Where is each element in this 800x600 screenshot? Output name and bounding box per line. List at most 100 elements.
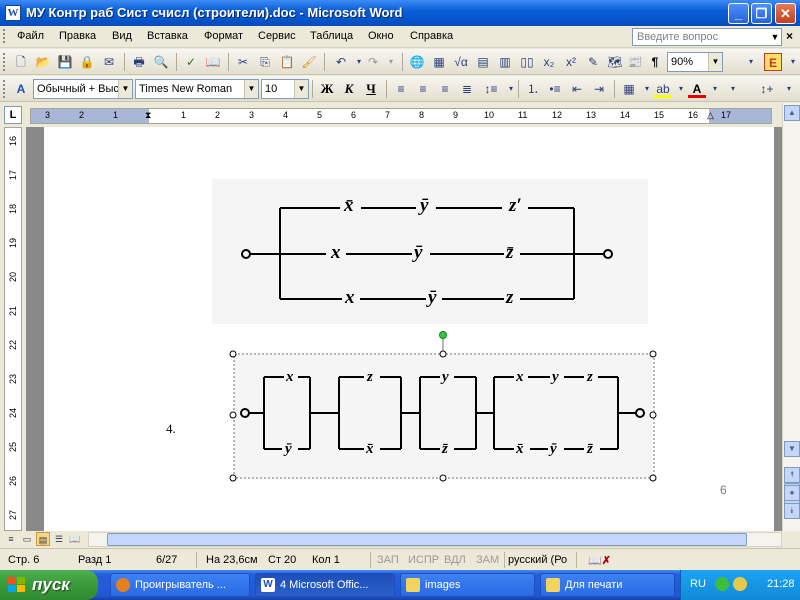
styles-pane-icon[interactable]: A [12,80,30,98]
ask-question-input[interactable]: Введите вопрос [632,28,782,46]
menu-tools[interactable]: Сервис [258,30,296,42]
horizontal-scrollbar[interactable] [88,532,782,547]
browse-object-icon[interactable]: ● [784,485,800,501]
horizontal-scroll-thumb[interactable] [107,533,747,546]
font-size-select[interactable]: 10 ▼ [261,79,309,99]
decrease-indent-icon[interactable]: ⇤ [568,80,586,98]
tables-borders-icon[interactable]: ▦ [430,53,448,71]
justify-icon[interactable]: ≣ [458,80,476,98]
email-icon[interactable]: ✉ [100,53,118,71]
cut-icon[interactable]: ✂ [234,53,252,71]
document-area[interactable]: x̄ ȳ z′ x ȳ z̄ x ȳ z x ȳ z x̄ y z̄ x y z… [26,127,782,531]
start-button[interactable]: пуск [0,570,98,600]
vertical-ruler[interactable]: 16 17 18 19 20 21 22 23 24 25 26 27 [4,127,22,531]
taskbar-images[interactable]: images [400,573,535,597]
language-indicator[interactable]: RU [690,578,706,590]
status-record[interactable]: ЗАП [377,554,399,566]
menu-help[interactable]: Справка [410,30,453,42]
paste-icon[interactable]: 📋 [278,53,296,71]
show-formatting-icon[interactable]: ¶ [646,53,664,71]
increase-indent-icon[interactable]: ⇥ [590,80,608,98]
redo-icon[interactable]: ↷ [364,53,382,71]
previous-page-icon[interactable]: ⯭ [784,467,800,483]
toolbar-grip[interactable] [3,80,6,98]
document-page[interactable]: x̄ ȳ z′ x ȳ z̄ x ȳ z x ȳ z x̄ y z̄ x y z… [44,127,774,531]
hyperlink-icon[interactable]: 🌐 [408,53,426,71]
insert-column-icon[interactable]: ↕+ [758,80,776,98]
zoom-dropdown-icon[interactable]: ▼ [708,53,722,71]
reading-icon[interactable]: 📰 [626,53,644,71]
bullets-icon[interactable]: •≡ [546,80,564,98]
toolbar-options-icon[interactable]: ▾ [780,80,798,98]
reading-view-icon[interactable]: 📖 [68,532,82,546]
numbering-icon[interactable]: ⒈ [524,80,542,98]
menu-edit[interactable]: Правка [59,30,96,42]
undo-icon[interactable]: ↶ [332,53,350,71]
subscript-icon[interactable]: x₂ [540,53,558,71]
underline-button[interactable]: Ч [362,80,380,98]
outline-view-icon[interactable]: ☰ [52,532,66,546]
tray-app-icon[interactable] [715,577,729,591]
redo-dropdown-icon[interactable]: ▾ [382,53,400,71]
toolbar-options-icon[interactable]: ▾ [742,53,760,71]
print-layout-icon[interactable]: ▤ [36,532,50,546]
next-page-icon[interactable]: ⯯ [784,503,800,519]
permission-icon[interactable]: 🔒 [78,53,96,71]
align-left-icon[interactable]: ≡ [392,80,410,98]
menu-format[interactable]: Формат [204,30,243,42]
document-map-icon[interactable]: 🗺 [606,53,624,71]
taskbar-print-folder[interactable]: Для печати [540,573,675,597]
font-size-dropdown-icon[interactable]: ▼ [294,80,308,98]
font-select[interactable]: Times New Roman ▼ [135,79,259,99]
close-button[interactable]: ✕ [775,3,796,24]
menu-view[interactable]: Вид [112,30,132,42]
style-dropdown-icon[interactable]: ▼ [118,80,132,98]
align-center-icon[interactable]: ≡ [414,80,432,98]
insert-table-icon[interactable]: ▤ [474,53,492,71]
ask-dropdown-icon[interactable]: ▼ [768,28,782,46]
spelling-icon[interactable]: ✓ [182,53,200,71]
horizontal-ruler[interactable]: 3 2 1 ⧗ 1 2 3 4 5 6 7 8 9 10 11 12 13 14… [30,108,772,124]
taskbar-word[interactable]: W 4 Microsoft Offic... [255,573,395,597]
copy-icon[interactable]: ⎘ [256,53,274,71]
menu-table[interactable]: Таблица [310,30,353,42]
borders-icon[interactable]: ▦ [620,80,638,98]
minimize-button[interactable]: _ [728,3,749,24]
superscript-icon[interactable]: x² [562,53,580,71]
status-extend[interactable]: ВДЛ [444,554,466,566]
scroll-down-icon[interactable]: ▼ [784,441,800,457]
insert-excel-icon[interactable]: ▥ [496,53,514,71]
menu-window[interactable]: Окно [368,30,394,42]
toolbar-grip[interactable] [3,53,6,71]
italic-button[interactable]: К [340,80,358,98]
save-icon[interactable]: 💾 [56,53,74,71]
print-preview-icon[interactable]: 🔍 [152,53,170,71]
zoom-select[interactable]: 90% ▼ [667,52,723,72]
font-color-dropdown-icon[interactable]: ▾ [706,80,724,98]
menu-grip[interactable] [3,29,6,43]
normal-view-icon[interactable]: ≡ [4,532,18,546]
drawing-icon[interactable]: ✎ [584,53,602,71]
status-overtype[interactable]: ЗАМ [476,554,499,566]
right-indent-marker-icon[interactable]: △ [707,110,714,121]
toolbar-options-icon[interactable]: ▾ [784,53,800,71]
status-track-changes[interactable]: ИСПР [408,554,439,566]
maximize-button[interactable]: ❐ [751,3,772,24]
word-app-icon[interactable]: W [5,5,21,21]
help-icon[interactable]: E [764,53,782,71]
doc-close-icon[interactable]: × [786,29,793,43]
speaker-icon[interactable] [733,577,747,591]
web-view-icon[interactable]: ▭ [20,532,34,546]
vertical-scrollbar[interactable]: ▲ ▼ ⯭ ● ⯯ [782,103,800,531]
research-icon[interactable]: 📖 [204,53,222,71]
new-document-icon[interactable]: 🗋 [12,53,30,71]
print-icon[interactable]: 🖶 [130,53,148,71]
align-right-icon[interactable]: ≡ [436,80,454,98]
style-select[interactable]: Обычный + Выс ▼ [33,79,133,99]
line-spacing-icon[interactable]: ↕≡ [482,80,500,98]
bold-button[interactable]: Ж [318,80,336,98]
insert-equation-icon[interactable]: √α [452,53,470,71]
open-icon[interactable]: 📂 [34,53,52,71]
highlight-icon[interactable]: ab [654,80,672,98]
scroll-up-icon[interactable]: ▲ [784,105,800,121]
